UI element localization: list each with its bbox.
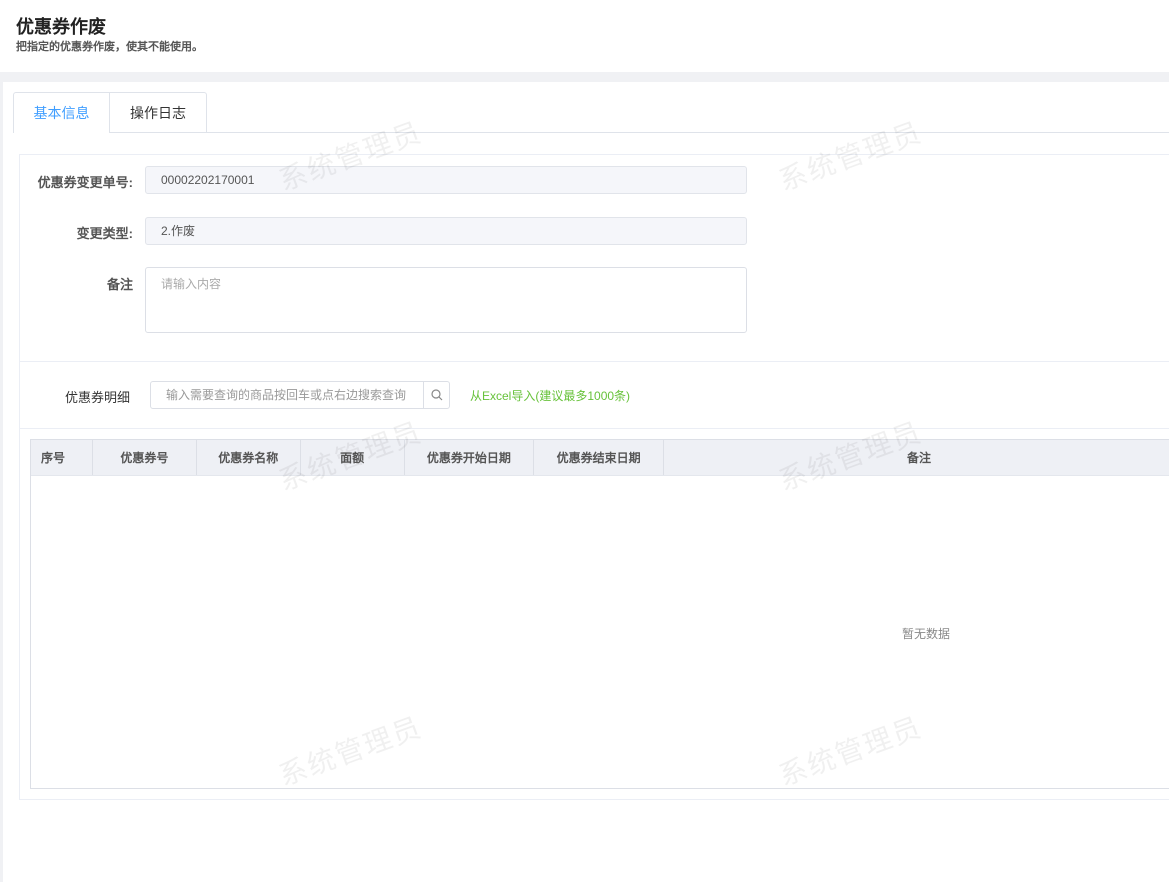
search-icon <box>430 389 442 401</box>
col-index: 序号 <box>31 440 93 475</box>
col-start-date: 优惠券开始日期 <box>405 440 535 475</box>
coupon-search-input[interactable]: 输入需要查询的商品按回车或点右边搜索查询 <box>150 381 450 409</box>
coupon-table: 序号 优惠券号 优惠券名称 面额 优惠券开始日期 优惠券结束日期 备注 <box>30 439 1169 789</box>
change-no-label: 优惠券变更单号: <box>37 175 133 190</box>
tab-divider <box>110 132 1169 133</box>
section-divider <box>20 361 1169 362</box>
col-coupon-name: 优惠券名称 <box>197 440 301 475</box>
col-coupon-no: 优惠券号 <box>93 440 197 475</box>
col-end-date: 优惠券结束日期 <box>534 440 665 475</box>
col-remark: 备注 <box>907 451 932 465</box>
col-face-value: 面额 <box>301 440 405 475</box>
section-divider <box>20 428 1169 429</box>
excel-import-link[interactable]: 从Excel导入(建议最多1000条) <box>470 387 630 404</box>
tab-basic-info[interactable]: 基本信息 <box>13 92 110 133</box>
change-no-field: 00002202170001 <box>145 166 747 194</box>
search-placeholder: 输入需要查询的商品按回车或点右边搜索查询 <box>166 388 407 402</box>
tab-bar: 基本信息 操作日志 <box>13 92 207 133</box>
page-subtitle: 把指定的优惠券作废，使其不能使用。 <box>16 41 203 53</box>
page-header: 优惠券作废 把指定的优惠券作废，使其不能使用。 <box>0 0 1169 72</box>
page-title: 优惠券作废 <box>16 17 106 37</box>
change-type-label: 变更类型: <box>76 226 133 241</box>
change-type-field: 2.作废 <box>145 217 747 245</box>
remark-textarea[interactable]: 请输入内容 <box>145 267 747 333</box>
empty-text: 暂无数据 <box>902 627 951 641</box>
detail-label: 优惠券明细 <box>64 390 130 405</box>
search-button[interactable] <box>423 382 449 408</box>
table-header: 序号 优惠券号 优惠券名称 面额 优惠券开始日期 优惠券结束日期 备注 <box>31 440 1169 476</box>
tab-operation-log[interactable]: 操作日志 <box>110 92 207 133</box>
remark-label: 备注 <box>106 277 133 292</box>
